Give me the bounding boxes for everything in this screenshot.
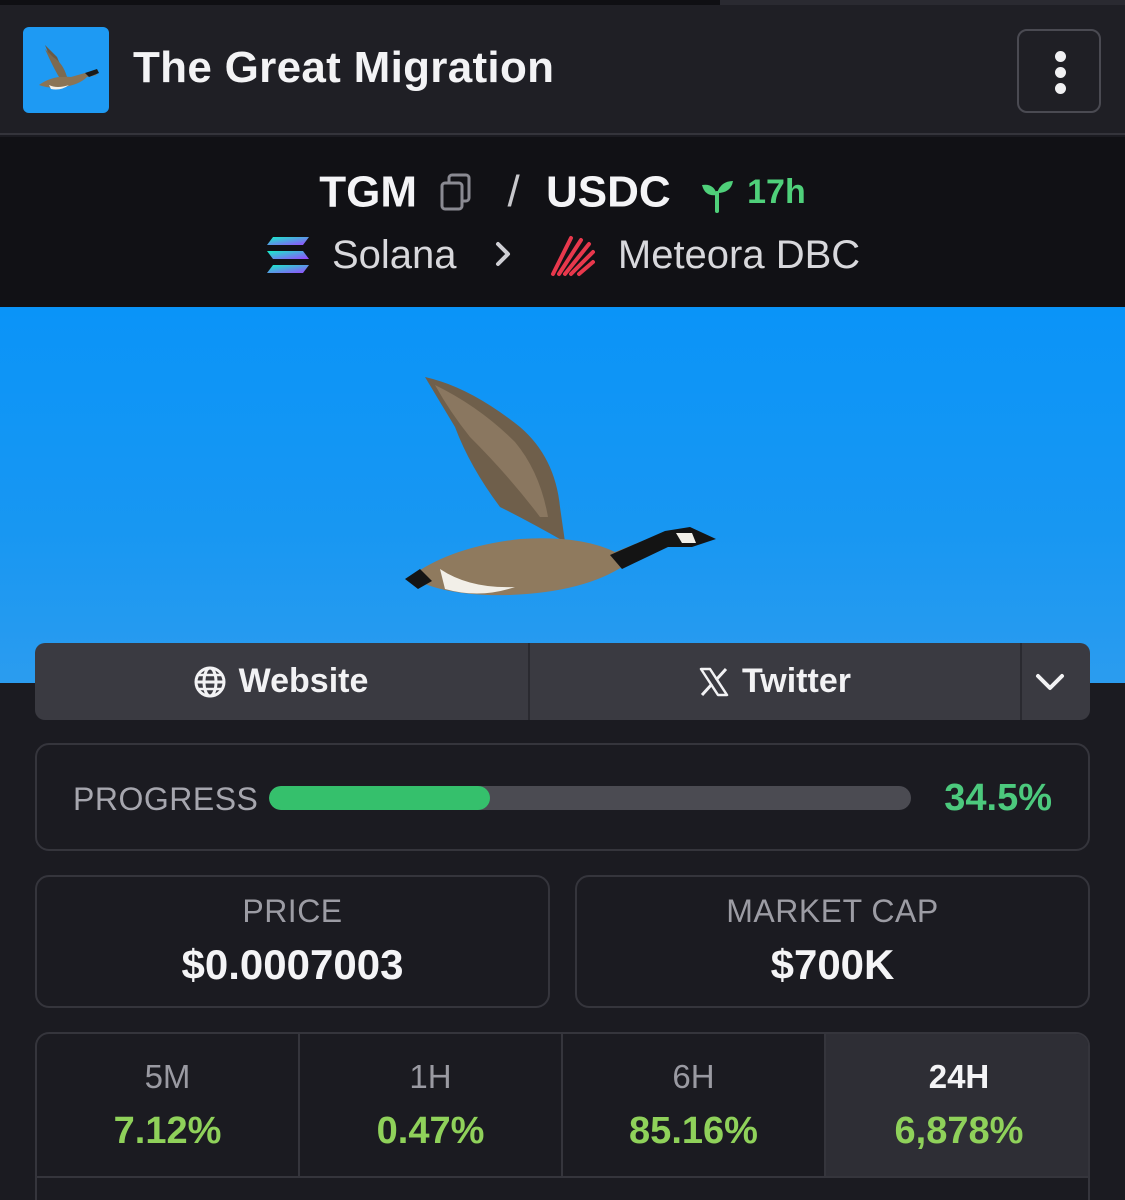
price-label: PRICE	[242, 893, 343, 929]
timeframe-tab-5m[interactable]: 5M 7.12%	[37, 1034, 300, 1178]
pair-line: TGM / USDC 17h	[0, 165, 1125, 217]
price-card: PRICE $0.0007003	[35, 875, 550, 1008]
progress-label: PROGRESS	[73, 781, 259, 817]
timeframe-changes: 5M 7.12% 1H 0.47% 6H 85.16% 24H 6,878%	[35, 1032, 1090, 1200]
website-link-button[interactable]: Website	[35, 643, 526, 720]
timeframe-label: 1H	[409, 1058, 452, 1095]
x-logo-icon	[699, 667, 729, 696]
solana-icon	[265, 235, 311, 275]
page-title: The Great Migration	[133, 43, 555, 92]
timeframe-tab-6h[interactable]: 6H 85.16%	[563, 1034, 826, 1178]
copy-icon[interactable]	[439, 172, 473, 212]
social-links-bar: Website Twitter	[35, 643, 1090, 720]
token-banner	[0, 307, 1125, 683]
market-cap-value: $700K	[770, 941, 895, 988]
timeframe-change: 7.12%	[113, 1110, 222, 1152]
timeframe-change: 85.16%	[629, 1110, 758, 1152]
quote-token: USDC	[545, 167, 671, 217]
dex-name[interactable]: Meteora DBC	[618, 233, 860, 277]
market-cap-card: MARKET CAP $700K	[575, 875, 1090, 1008]
pair-info: TGM / USDC 17h Solana Meteora DBC	[0, 137, 1125, 307]
progress-bar-track	[269, 786, 911, 810]
meteora-icon	[549, 232, 595, 278]
base-token: TGM	[319, 167, 418, 217]
chain-name[interactable]: Solana	[332, 233, 457, 277]
goose-logo-icon	[23, 27, 109, 113]
pair-separator: /	[507, 167, 520, 217]
globe-icon	[194, 666, 226, 697]
timeframe-change: 0.47%	[376, 1110, 485, 1152]
timeframe-change: 6,878%	[894, 1110, 1024, 1152]
kebab-menu-button[interactable]	[1017, 29, 1101, 113]
chain-breadcrumb: Solana Meteora DBC	[0, 231, 1125, 278]
more-links-button[interactable]	[1020, 643, 1090, 720]
sprout-icon	[699, 174, 735, 214]
market-cap-label: MARKET CAP	[726, 893, 939, 929]
header: The Great Migration	[0, 5, 1125, 135]
chevron-right-icon	[494, 233, 512, 278]
progress-card: PROGRESS 34.5%	[35, 743, 1090, 851]
progress-percent: 34.5%	[944, 777, 1052, 819]
timeframe-label: 24H	[928, 1058, 990, 1095]
twitter-link-button[interactable]: Twitter	[528, 643, 1019, 720]
website-label: Website	[238, 662, 369, 700]
timeframe-tab-24h[interactable]: 24H 6,878%	[826, 1034, 1088, 1178]
timeframe-label: 6H	[672, 1058, 715, 1095]
timeframe-tab-1h[interactable]: 1H 0.47%	[300, 1034, 563, 1178]
goose-banner-image	[405, 377, 716, 596]
timeframe-label: 5M	[144, 1058, 191, 1095]
pair-age: 17h	[747, 172, 806, 211]
progress-bar-fill	[269, 786, 491, 810]
price-value: $0.0007003	[181, 941, 404, 988]
twitter-label: Twitter	[742, 662, 851, 700]
chevron-down-icon	[1036, 673, 1064, 690]
